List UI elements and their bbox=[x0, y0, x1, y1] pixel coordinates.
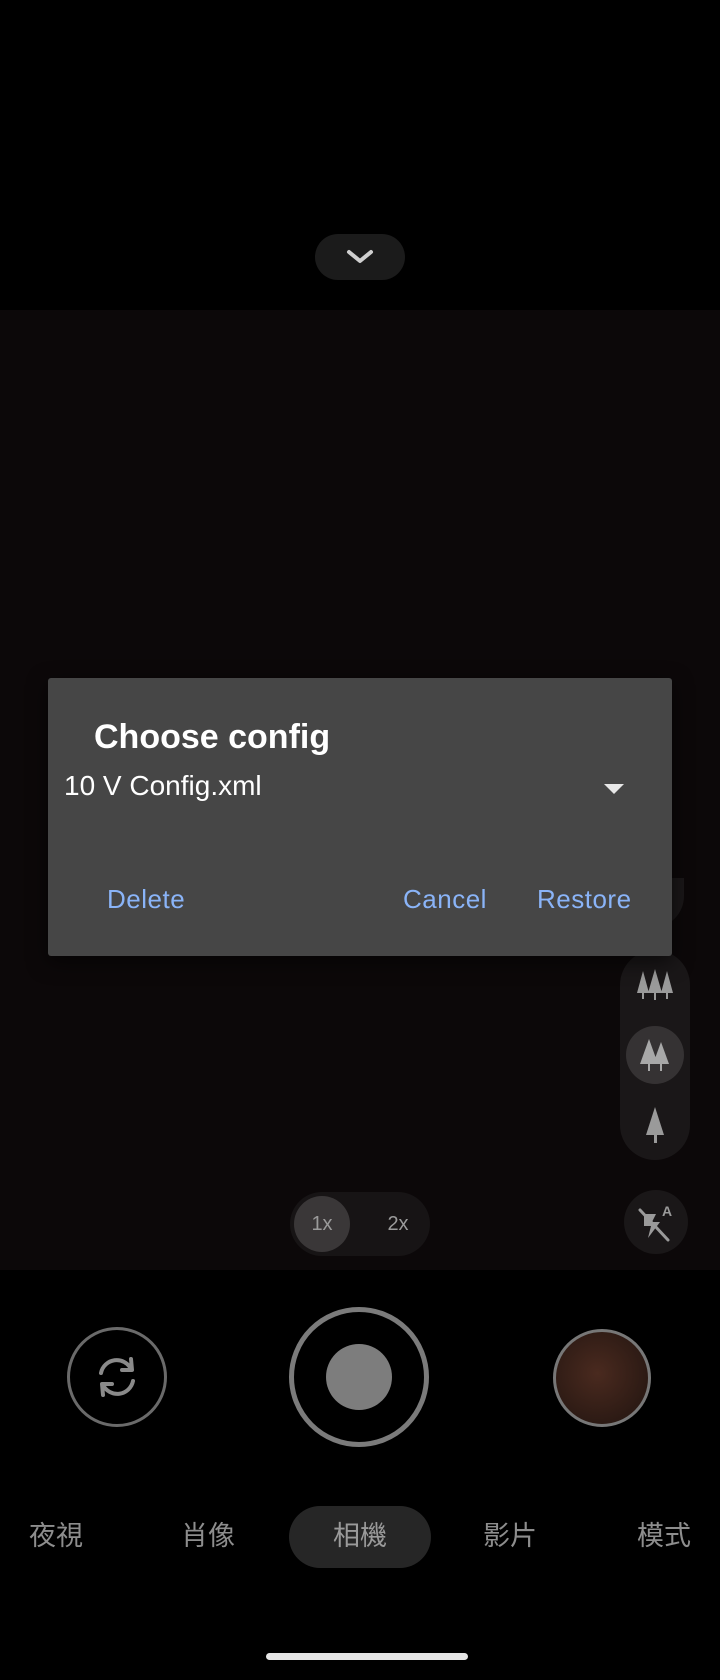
depth-control bbox=[620, 950, 690, 1160]
svg-text:A: A bbox=[662, 1203, 672, 1219]
delete-button[interactable]: Delete bbox=[107, 884, 185, 915]
mode-video[interactable]: 影片 bbox=[474, 1515, 546, 1559]
camera-screen: A 1x 2x 夜視 肖像 相機 影片 模式 Choose config 10 … bbox=[0, 0, 720, 1680]
mode-camera[interactable]: 相機 bbox=[324, 1515, 396, 1559]
chevron-down-icon bbox=[347, 250, 373, 263]
trees-many-icon bbox=[637, 969, 673, 1000]
dialog-title: Choose config bbox=[94, 718, 331, 756]
mode-night-sight[interactable]: 夜視 bbox=[20, 1515, 92, 1559]
dropdown-arrow-icon bbox=[604, 784, 624, 794]
flash-auto-off-icon: A bbox=[638, 1203, 672, 1242]
mode-portrait[interactable]: 肖像 bbox=[172, 1515, 244, 1559]
choose-config-dialog: Choose config 10 V Config.xml Delete Can… bbox=[48, 678, 672, 956]
depth-mid-button[interactable] bbox=[626, 1026, 684, 1084]
tree-single-icon bbox=[646, 1107, 664, 1143]
gallery-thumbnail[interactable] bbox=[553, 1329, 651, 1427]
zoom-selector: 1x 2x bbox=[290, 1192, 430, 1256]
shutter-inner bbox=[326, 1344, 392, 1410]
switch-camera-button[interactable] bbox=[67, 1327, 167, 1427]
restore-button[interactable]: Restore bbox=[537, 884, 632, 915]
shutter-button[interactable] bbox=[289, 1307, 429, 1447]
config-select-value: 10 V Config.xml bbox=[64, 770, 262, 801]
zoom-1x-button[interactable]: 1x bbox=[294, 1196, 350, 1252]
config-select[interactable]: 10 V Config.xml bbox=[64, 766, 624, 810]
switch-camera-icon bbox=[99, 1357, 135, 1397]
mode-more[interactable]: 模式 bbox=[628, 1515, 700, 1559]
depth-near-button[interactable] bbox=[626, 1096, 684, 1154]
cancel-button[interactable]: Cancel bbox=[403, 884, 487, 915]
flash-button[interactable]: A bbox=[624, 1190, 688, 1254]
trees-two-icon bbox=[640, 1039, 669, 1071]
expand-settings-button[interactable] bbox=[315, 234, 405, 280]
zoom-2x-button[interactable]: 2x bbox=[370, 1196, 426, 1252]
home-indicator[interactable] bbox=[266, 1653, 468, 1660]
depth-far-button[interactable] bbox=[626, 956, 684, 1014]
